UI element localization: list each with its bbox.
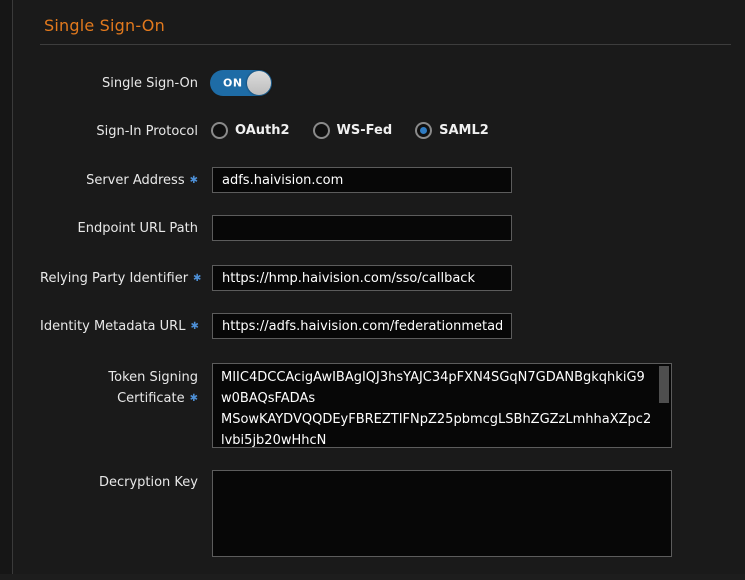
radio-option-oauth2[interactable]: OAuth2	[211, 122, 290, 139]
textarea-scrollbar-thumb[interactable]	[659, 366, 669, 403]
endpoint-url-path-label: Endpoint URL Path	[40, 221, 198, 236]
radio-circle-icon[interactable]	[211, 122, 228, 139]
toggle-on-text: ON	[223, 77, 243, 90]
relying-party-identifier-input[interactable]	[212, 265, 512, 291]
decryption-key-label: Decryption Key	[40, 475, 198, 490]
identity-metadata-url-input[interactable]	[212, 313, 512, 339]
endpoint-url-path-input[interactable]	[212, 215, 512, 241]
radio-option-label: OAuth2	[235, 123, 290, 138]
bottom-edge	[0, 574, 745, 580]
protocol-label: Sign-In Protocol	[40, 124, 198, 139]
radio-option-label: SAML2	[439, 123, 489, 138]
radio-circle-icon-selected[interactable]	[415, 122, 432, 139]
protocol-radio-group: OAuth2 WS-Fed SAML2	[211, 122, 489, 139]
page-title: Single Sign-On	[44, 16, 165, 35]
sso-toggle-label: Single Sign-On	[40, 76, 198, 91]
radio-circle-icon[interactable]	[313, 122, 330, 139]
toggle-knob[interactable]	[247, 71, 271, 95]
token-signing-certificate-label: Token SigningCertificate✱	[40, 367, 198, 410]
required-asterisk: ✱	[190, 393, 198, 404]
radio-option-label: WS-Fed	[337, 123, 393, 138]
radio-option-wsfed[interactable]: WS-Fed	[313, 122, 393, 139]
sso-toggle[interactable]: ON	[210, 70, 272, 96]
required-asterisk: ✱	[190, 321, 198, 332]
required-asterisk: ✱	[193, 273, 201, 284]
server-address-label: Server Address✱	[40, 173, 198, 189]
sidebar-divider	[0, 0, 13, 574]
identity-metadata-url-label: Identity Metadata URL✱	[40, 319, 198, 335]
radio-option-saml2[interactable]: SAML2	[415, 122, 489, 139]
required-asterisk: ✱	[190, 175, 198, 186]
token-signing-certificate-textarea[interactable]: MIIC4DCCAcigAwIBAgIQJ3hsYAJC34pFXN4SGqN7…	[212, 363, 672, 448]
server-address-input[interactable]	[212, 167, 512, 193]
relying-party-identifier-label: Relying Party Identifier✱	[40, 271, 198, 287]
title-divider	[40, 44, 731, 45]
decryption-key-textarea[interactable]	[212, 470, 672, 557]
